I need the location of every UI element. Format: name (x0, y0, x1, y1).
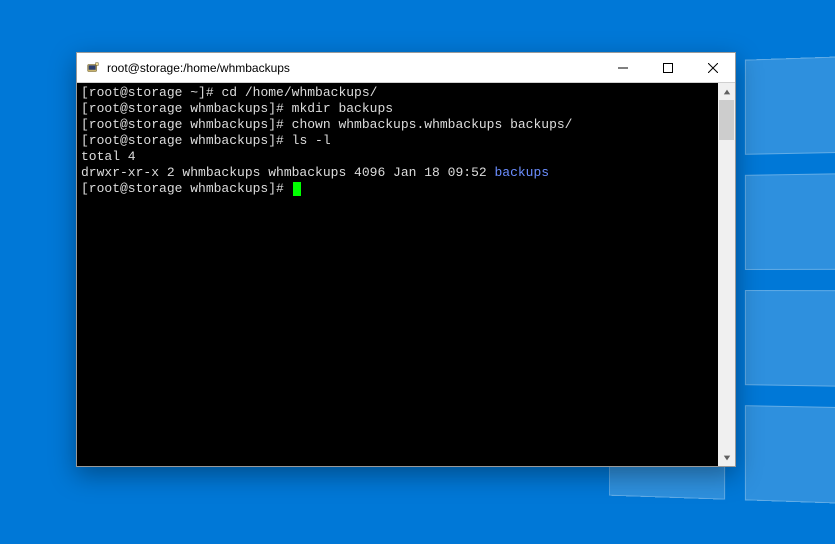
terminal-line: [root@storage ~]# cd /home/whmbackups/ (81, 85, 714, 101)
minimize-button[interactable] (600, 53, 645, 82)
scroll-down-button[interactable] (718, 449, 735, 466)
close-button[interactable] (690, 53, 735, 82)
terminal-line: [root@storage whmbackups]# ls -l (81, 133, 714, 149)
titlebar[interactable]: root@storage:/home/whmbackups (77, 53, 735, 83)
window-title: root@storage:/home/whmbackups (105, 61, 600, 75)
terminal-line: [root@storage whmbackups]# mkdir backups (81, 101, 714, 117)
terminal[interactable]: [root@storage ~]# cd /home/whmbackups/[r… (77, 83, 718, 466)
putty-window: root@storage:/home/whmbackups [root@stor… (76, 52, 736, 467)
terminal-line: [root@storage whmbackups]# chown whmback… (81, 117, 714, 133)
scrollbar-thumb[interactable] (719, 100, 734, 140)
terminal-prompt-line: [root@storage whmbackups]# (81, 181, 714, 197)
cursor-block (293, 182, 301, 196)
scrollbar-track[interactable] (718, 100, 735, 449)
terminal-line: drwxr-xr-x 2 whmbackups whmbackups 4096 … (81, 165, 714, 181)
terminal-area: [root@storage ~]# cd /home/whmbackups/[r… (77, 83, 735, 466)
window-controls (600, 53, 735, 82)
terminal-line: total 4 (81, 149, 714, 165)
maximize-button[interactable] (645, 53, 690, 82)
vertical-scrollbar[interactable] (718, 83, 735, 466)
putty-icon (81, 61, 105, 75)
scroll-up-button[interactable] (718, 83, 735, 100)
directory-name: backups (494, 165, 549, 180)
